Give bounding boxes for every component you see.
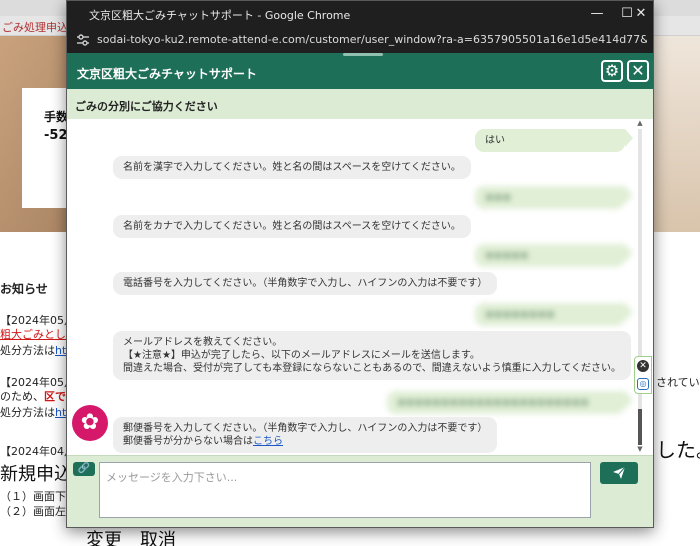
bg-logo-icon: ✿ xyxy=(72,405,108,441)
message-input[interactable] xyxy=(99,462,591,518)
bot-message: 名前をカナで入力してください。姓と名の間はスペースを空けてください。 xyxy=(113,215,471,238)
close-window-button[interactable]: ✕ xyxy=(627,4,655,24)
drag-grip[interactable] xyxy=(343,53,383,56)
minimize-spacer xyxy=(585,4,613,24)
bg-card-label: 手数 xyxy=(44,110,69,124)
attach-link-icon[interactable]: 🔗 xyxy=(73,462,95,476)
chat-popup-window: 文京区粗大ごみチャットサポート - Google Chrome — ☐ ✕ so… xyxy=(66,0,654,528)
site-settings-icon[interactable] xyxy=(75,32,91,48)
bot-line: 郵便番号が分からない場合はこちら xyxy=(123,436,283,447)
bg-right-text: されていま xyxy=(656,376,700,389)
bot-message: 電話番号を入力してください。（半角数字で入力し、ハイフンの入力は不要です） xyxy=(113,272,498,295)
message-list[interactable]: はい 名前を漢字で入力してください。姓と名の間はスペースを空けてください。 ●●… xyxy=(67,119,653,455)
user-message-hidden: ●●●●● xyxy=(475,244,633,267)
screen: ごみ処理申込 手数 -529 お知らせ 【2024年05月 粗大ごみとし 処分方… xyxy=(0,0,700,546)
send-button[interactable] xyxy=(600,462,638,484)
bot-line: 間違えた場合、受付が完了しても本登録にならないこともあるので、間違えないよう慎重… xyxy=(123,363,621,374)
scroll-track[interactable] xyxy=(638,129,642,445)
bg-bottom-title: 変更 取消 xyxy=(86,530,176,546)
chat-title: 文京区粗大ごみチャットサポート xyxy=(77,67,257,81)
bg-hero-image-right xyxy=(654,36,700,232)
postal-code-help-link[interactable]: こちら xyxy=(253,436,283,447)
scroll-thumb[interactable] xyxy=(638,409,642,445)
settings-gear-icon[interactable]: ⚙ xyxy=(601,60,623,82)
bot-line: 【★注意★】申込が完了したら、以下のメールアドレスにメールを送信します。 xyxy=(123,350,480,361)
side-badge-icon[interactable]: ◎ xyxy=(637,378,649,390)
bot-message-multiline: メールアドレスを教えてください。 【★注意★】申込が完了したら、以下のメールアド… xyxy=(113,331,631,380)
user-message-hidden: ●●● xyxy=(475,186,633,209)
bot-line: メールアドレスを教えてください。 xyxy=(123,337,283,348)
chat-header: 文京区粗大ごみチャットサポート ⚙ ✕ xyxy=(67,53,653,89)
chat-close-icon[interactable]: ✕ xyxy=(627,60,649,82)
bg-news3-title: 新規申込 xyxy=(0,464,72,485)
paper-plane-icon xyxy=(613,466,626,479)
address-bar[interactable]: sodai-tokyo-ku2.remote-attend-e.com/cust… xyxy=(67,27,653,53)
side-close-icon[interactable]: ✕ xyxy=(637,360,649,372)
bot-message: 名前を漢字で入力してください。姓と名の間はスペースを空けてください。 xyxy=(113,156,471,179)
window-title: 文京区粗大ごみチャットサポート - Google Chrome xyxy=(89,9,351,22)
user-message-hidden: ●●●●●●●●●●●●●●●●●●●●●● xyxy=(387,391,633,414)
bg-news1-link[interactable]: 粗大ごみとし xyxy=(0,326,66,342)
bg-news-heading: お知らせ xyxy=(0,282,48,296)
side-widget-tab[interactable]: ✕ ◎ xyxy=(634,356,652,394)
bg-news3-date: 【2024年04月 xyxy=(0,445,75,458)
chat-subheader: ごみの分別にご協力ください xyxy=(67,89,653,119)
bg-info-card xyxy=(22,88,68,208)
input-bar: 🔗 xyxy=(67,455,653,527)
message-scrollbar[interactable]: ▲ ▼ xyxy=(635,119,645,455)
user-message: はい xyxy=(475,129,633,152)
bg-news3-step2: （２）画面左 xyxy=(0,505,66,518)
bg-right-big-text: した。 xyxy=(656,438,700,462)
url-text[interactable]: sodai-tokyo-ku2.remote-attend-e.com/cust… xyxy=(97,33,647,46)
bg-news2-text-b: 処分方法はhtt xyxy=(0,406,71,419)
scroll-down-icon[interactable]: ▼ xyxy=(635,445,645,455)
window-titlebar[interactable]: 文京区粗大ごみチャットサポート - Google Chrome — ☐ ✕ xyxy=(67,1,653,27)
bg-tab-label[interactable]: ごみ処理申込 xyxy=(0,16,66,36)
subheader-text: ごみの分別にご協力ください xyxy=(75,100,218,113)
bg-news3-step1: （１）画面下 xyxy=(0,490,66,503)
bg-news1-text: 処分方法はhtt xyxy=(0,344,71,357)
scroll-up-icon[interactable]: ▲ xyxy=(635,119,645,129)
user-message-hidden: ●●●●●●●● xyxy=(475,303,633,326)
bot-line: 郵便番号を入力してください。（半角数字で入力し、ハイフンの入力は不要です） xyxy=(123,423,488,434)
bot-message-multiline: 郵便番号を入力してください。（半角数字で入力し、ハイフンの入力は不要です） 郵便… xyxy=(113,417,498,453)
